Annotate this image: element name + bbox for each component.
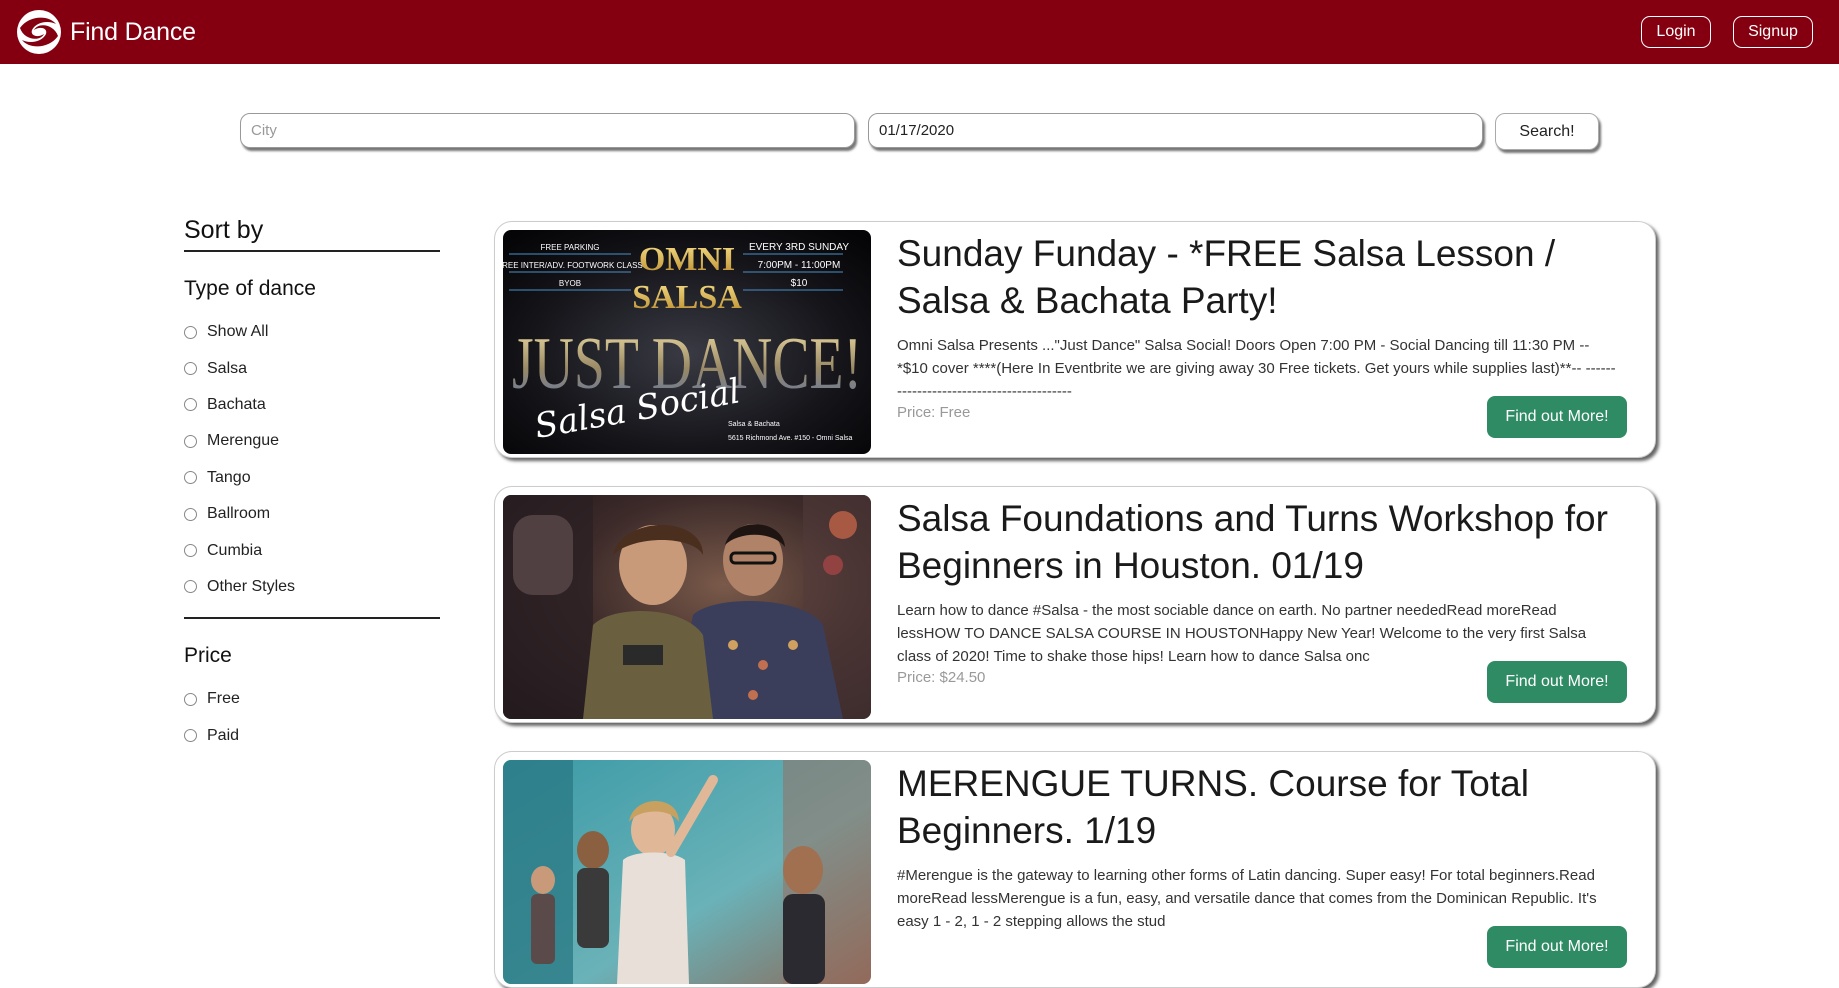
radio-bachata[interactable]: Bachata: [184, 387, 440, 423]
event-title: MERENGUE TURNS. Course for Total Beginne…: [897, 763, 1529, 851]
radio-paid[interactable]: Paid: [184, 718, 440, 754]
flyer-text: 7:00PM - 11:00PM: [758, 260, 841, 271]
radio-salsa[interactable]: Salsa: [184, 350, 440, 386]
omni-salsa-flyer: FREE PARKING FREE INTER/ADV. FOOTWORK CL…: [503, 230, 871, 454]
event-title: Sunday Funday - *FREE Salsa Lesson / Sal…: [897, 233, 1556, 321]
event-card: Salsa Foundations and Turns Workshop for…: [494, 486, 1656, 723]
brand-name: Find Dance: [70, 17, 196, 46]
price-heading: Price: [184, 644, 232, 668]
radio-label: Salsa: [207, 359, 248, 377]
event-image: [503, 760, 871, 984]
event-description: Omni Salsa Presents ..."Just Dance" Sals…: [897, 337, 1616, 400]
radio-label: Show All: [207, 323, 269, 341]
city-input[interactable]: City: [240, 113, 855, 148]
radio-label: Tango: [207, 468, 251, 486]
radio-circle[interactable]: [184, 580, 197, 594]
radio-label: Other Styles: [207, 577, 296, 595]
find-out-more-button[interactable]: Find out More!: [1487, 396, 1627, 438]
radio-circle[interactable]: [184, 362, 197, 376]
signup-button[interactable]: Signup: [1733, 16, 1813, 48]
flyer-brand: OMNI: [639, 241, 735, 278]
dance-type-heading: Type of dance: [184, 277, 316, 300]
divider: [184, 250, 440, 252]
event-image: [503, 495, 871, 719]
flyer-text: Salsa & Bachata: [728, 421, 780, 428]
radio-label: Bachata: [207, 395, 266, 413]
date-value: 01/17/2020: [879, 122, 955, 139]
sort-by-heading: Sort by: [184, 216, 264, 244]
radio-circle[interactable]: [184, 434, 197, 448]
radio-label: Merengue: [207, 432, 280, 450]
date-input[interactable]: 01/17/2020: [868, 113, 1483, 148]
flyer-text: FREE PARKING: [541, 243, 600, 252]
flyer-text: FREE INTER/ADV. FOOTWORK CLASS: [503, 261, 643, 270]
merengue-class-photo: [503, 760, 871, 984]
top-navbar: Find Dance Login Signup: [0, 0, 1839, 64]
radio-circle[interactable]: [184, 692, 197, 706]
radio-label: Cumbia: [207, 541, 263, 559]
event-price: Price: $24.50: [897, 669, 986, 686]
radio-tango[interactable]: Tango: [184, 460, 440, 496]
radio-label: Paid: [207, 726, 240, 744]
radio-cumbia[interactable]: Cumbia: [184, 532, 440, 568]
radio-other-styles[interactable]: Other Styles: [184, 569, 440, 605]
radio-circle[interactable]: [184, 471, 197, 485]
radio-circle[interactable]: [184, 729, 197, 743]
search-button[interactable]: Search!: [1495, 113, 1599, 150]
flyer-text: EVERY 3RD SUNDAY: [749, 242, 849, 253]
flyer-text: BYOB: [559, 279, 581, 288]
city-placeholder: City: [251, 122, 277, 139]
event-image: FREE PARKING FREE INTER/ADV. FOOTWORK CL…: [503, 230, 871, 454]
find-out-more-button[interactable]: Find out More!: [1487, 661, 1627, 703]
flyer-text: $10: [791, 278, 808, 289]
flyer-brand: SALSA: [632, 279, 742, 316]
radio-circle[interactable]: [184, 398, 197, 412]
radio-circle[interactable]: [184, 325, 197, 339]
radio-circle[interactable]: [184, 507, 197, 521]
find-out-more-button[interactable]: Find out More!: [1487, 926, 1627, 968]
radio-merengue[interactable]: Merengue: [184, 423, 440, 459]
event-description: Learn how to dance #Salsa - the most soc…: [897, 602, 1587, 665]
sort-sidebar: Sort by Type of dance Show All Salsa Bac…: [184, 210, 440, 754]
flyer-text: 5615 Richmond Ave. #150 - Omni Salsa: [728, 435, 852, 442]
radio-ballroom[interactable]: Ballroom: [184, 496, 440, 532]
find-dance-logo-icon: [17, 10, 61, 54]
salsa-couple-photo: [503, 495, 871, 719]
event-card: FREE PARKING FREE INTER/ADV. FOOTWORK CL…: [494, 221, 1656, 458]
event-description: #Merengue is the gateway to learning oth…: [897, 867, 1597, 930]
login-button[interactable]: Login: [1641, 16, 1711, 48]
divider: [184, 617, 440, 620]
event-title: Salsa Foundations and Turns Workshop for…: [897, 498, 1608, 586]
event-card: MERENGUE TURNS. Course for Total Beginne…: [494, 751, 1656, 988]
brand[interactable]: Find Dance: [14, 8, 196, 56]
radio-show-all[interactable]: Show All: [184, 314, 440, 350]
event-price: Price: Free: [897, 404, 971, 421]
radio-free[interactable]: Free: [184, 681, 440, 717]
radio-circle[interactable]: [184, 544, 197, 558]
radio-label: Ballroom: [207, 505, 271, 523]
radio-label: Free: [207, 690, 240, 708]
